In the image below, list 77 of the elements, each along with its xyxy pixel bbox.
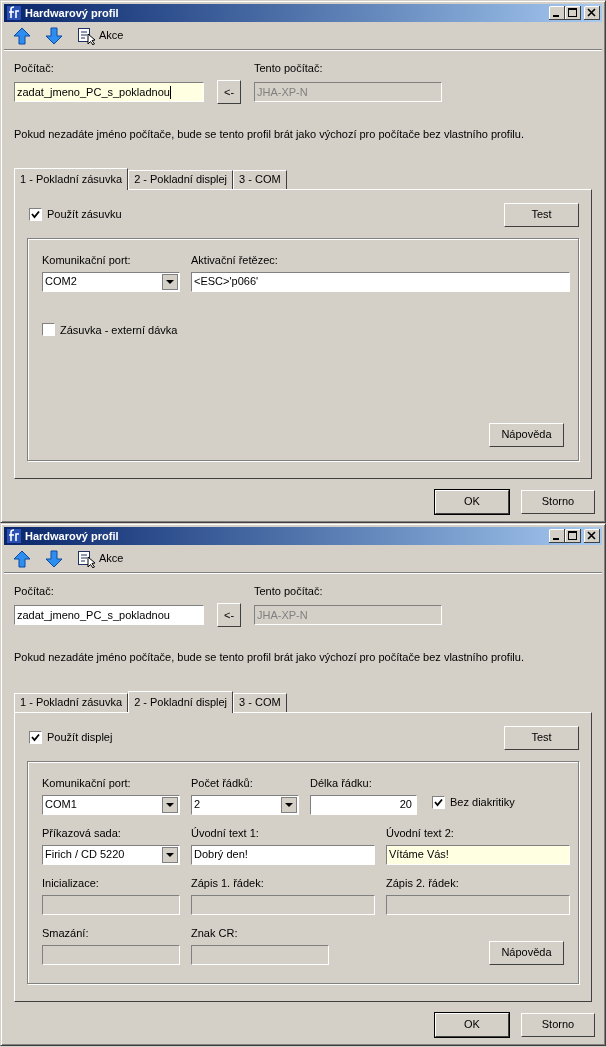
dropdown-value: Firich / CD 5220	[44, 847, 126, 863]
dropdown-field[interactable]: COM2	[42, 271, 180, 292]
dropdown-value: 2	[193, 797, 202, 813]
dropdown-field[interactable]: COM1	[42, 794, 180, 815]
field-label: Smazání:	[42, 926, 90, 940]
dialog-button[interactable]: Storno	[521, 1012, 595, 1037]
dialog-button[interactable]: OK	[435, 1012, 509, 1037]
field-label: Aktivační řetězec:	[191, 253, 279, 267]
app-icon[interactable]	[6, 528, 22, 544]
field-label: Příkazová sada:	[42, 826, 122, 840]
input-field: JHA-XP-N	[254, 605, 442, 625]
checkbox-label[interactable]: Zásuvka - externí dávka	[60, 321, 178, 338]
dialog-button[interactable]: OK	[435, 489, 509, 514]
field-label: Znak CR:	[191, 926, 239, 940]
input-field[interactable]: zadat_jmeno_PC_s_pokladnou	[14, 605, 204, 625]
field-label: Počítač:	[14, 62, 55, 75]
tab[interactable]: 1 - Pokladní zásuvka	[14, 167, 129, 190]
info-text: Pokud nezadáte jméno počítače, bude se tento profil brát jako výchozí pro počítače bez vlastního profilu.	[14, 650, 525, 665]
checkbox-label[interactable]: Použít displej	[47, 729, 113, 746]
tab[interactable]: 1 - Pokladní zásuvka	[14, 692, 129, 712]
input-field[interactable]: 20	[310, 794, 417, 815]
app-icon[interactable]	[6, 5, 22, 21]
copy-button[interactable]: <-	[217, 603, 241, 627]
field-label: Tento počítač:	[254, 62, 324, 75]
dropdown-field[interactable]: Firich / CD 5220	[42, 844, 180, 865]
help-button[interactable]: Nápověda	[489, 422, 564, 447]
field-label: Zápis 2. řádek:	[386, 876, 460, 890]
minimize-icon[interactable]	[549, 6, 565, 20]
test-button[interactable]: Test	[504, 202, 579, 227]
copy-button[interactable]: <-	[217, 80, 241, 104]
field-label: Komunikační port:	[42, 776, 132, 790]
tab[interactable]: 3 - COM	[233, 169, 287, 189]
tab[interactable]: 3 - COM	[233, 692, 287, 712]
window-title: Hardwarový profil	[25, 5, 120, 21]
close-icon[interactable]	[584, 529, 600, 543]
input-field[interactable]: <ESC>'p066'	[191, 271, 570, 292]
checkbox-label[interactable]: Použít zásuvku	[47, 206, 122, 223]
arrow-up-icon[interactable]	[13, 26, 31, 45]
arrow-down-icon[interactable]	[45, 549, 63, 568]
info-text: Pokud nezadáte jméno počítače, bude se tento profil brát jako výchozí pro počítače bez vlastního profilu.	[14, 127, 525, 142]
field-label: Úvodní text 2:	[386, 826, 455, 840]
window-title: Hardwarový profil	[25, 528, 120, 544]
tab[interactable]: 2 - Pokladní displej	[128, 690, 234, 713]
action-button[interactable]: Akce	[77, 549, 124, 568]
maximize-icon[interactable]	[565, 529, 581, 543]
checkbox[interactable]	[29, 208, 42, 221]
input-field[interactable]: zadat_jmeno_PC_s_pokladnou	[14, 82, 204, 102]
checkbox-label[interactable]: Bez diakritiky	[450, 794, 515, 811]
field-label: Inicializace:	[42, 876, 100, 890]
document-cursor-icon	[77, 549, 97, 568]
tab[interactable]: 2 - Pokladní displej	[128, 169, 234, 189]
field-label: Komunikační port:	[42, 253, 132, 267]
dropdown-value: COM1	[44, 797, 78, 813]
checkbox[interactable]	[432, 795, 445, 809]
dropdown-value: COM2	[44, 274, 78, 290]
test-button[interactable]: Test	[504, 725, 579, 750]
maximize-icon[interactable]	[565, 6, 581, 20]
field-label: Zápis 1. řádek:	[191, 876, 265, 890]
input-field: JHA-XP-N	[254, 82, 442, 102]
field-label: Úvodní text 1:	[191, 826, 260, 840]
arrow-up-icon[interactable]	[13, 549, 31, 568]
field-label: Délka řádku:	[310, 776, 373, 790]
close-icon[interactable]	[584, 6, 600, 20]
checkbox[interactable]	[29, 731, 42, 744]
minimize-icon[interactable]	[549, 529, 565, 543]
checkbox[interactable]	[42, 323, 55, 337]
action-button[interactable]: Akce	[77, 26, 124, 45]
field-label: Počítač:	[14, 585, 55, 598]
field-label: Tento počítač:	[254, 585, 324, 598]
field-label: Počet řádků:	[191, 776, 254, 790]
dialog-button[interactable]: Storno	[521, 489, 595, 514]
document-cursor-icon	[77, 26, 97, 45]
help-button[interactable]: Nápověda	[489, 940, 564, 965]
input-field[interactable]: Vítáme Vás!	[386, 844, 570, 865]
arrow-down-icon[interactable]	[45, 26, 63, 45]
dropdown-field[interactable]: 2	[191, 794, 299, 815]
input-field[interactable]: Dobrý den!	[191, 844, 375, 865]
